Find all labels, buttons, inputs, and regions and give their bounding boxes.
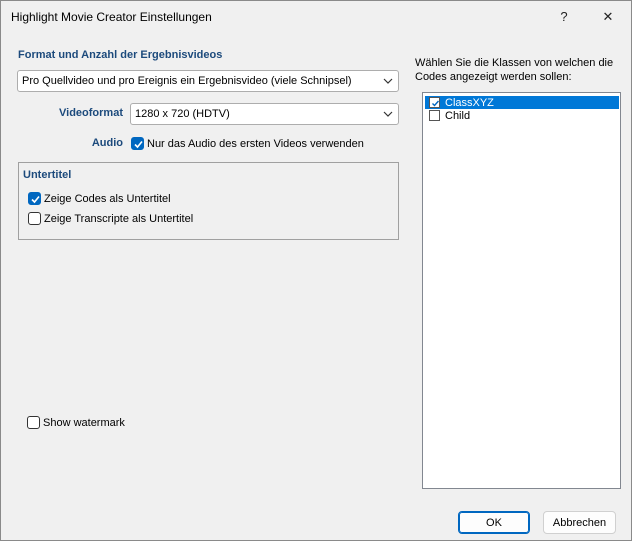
- list-item-label: Child: [445, 109, 471, 122]
- checkbox-unchecked-icon: [27, 416, 40, 429]
- audio-label: Audio: [91, 137, 123, 149]
- watermark-checkbox[interactable]: Show watermark: [27, 416, 125, 429]
- checkbox-unchecked-icon: [28, 212, 41, 225]
- subtitles-heading: Untertitel: [23, 169, 72, 181]
- watermark-label: Show watermark: [43, 416, 125, 429]
- list-item[interactable]: ClassXYZ: [425, 96, 619, 109]
- subtitle-transcripts-label: Zeige Transcripte als Untertitel: [44, 212, 194, 225]
- close-icon: ✕: [602, 8, 614, 24]
- audio-checkbox-label: Nur das Audio des ersten Videos verwende…: [147, 137, 364, 150]
- subtitles-group: Untertitel Zeige Codes als Untertitel Ze…: [18, 162, 399, 240]
- chevron-down-icon: [383, 111, 393, 117]
- subtitle-codes-checkbox[interactable]: Zeige Codes als Untertitel: [28, 192, 171, 205]
- checkbox-checked-icon: [131, 137, 144, 150]
- videoformat-label: Videoformat: [59, 107, 123, 119]
- format-select[interactable]: Pro Quellvideo und pro Ereignis ein Erge…: [17, 70, 399, 92]
- list-item[interactable]: Child: [425, 109, 619, 122]
- help-icon: ?: [560, 9, 568, 24]
- cancel-button[interactable]: Abbrechen: [543, 511, 616, 534]
- format-heading: Format und Anzahl der Ergebnisvideos: [18, 49, 223, 61]
- settings-dialog: Highlight Movie Creator Einstellungen ? …: [0, 0, 632, 541]
- subtitle-codes-label: Zeige Codes als Untertitel: [44, 192, 171, 205]
- ok-button[interactable]: OK: [458, 511, 530, 534]
- chevron-down-icon: [383, 78, 393, 84]
- format-select-value: Pro Quellvideo und pro Ereignis ein Erge…: [22, 75, 352, 87]
- audio-checkbox[interactable]: Nur das Audio des ersten Videos verwende…: [131, 137, 364, 150]
- help-button[interactable]: ?: [542, 1, 586, 32]
- subtitle-transcripts-checkbox[interactable]: Zeige Transcripte als Untertitel: [28, 212, 193, 225]
- list-item-label: ClassXYZ: [445, 96, 494, 109]
- window-title: Highlight Movie Creator Einstellungen: [11, 10, 212, 24]
- close-button[interactable]: ✕: [586, 1, 630, 32]
- checkbox-checked-icon: [28, 192, 41, 205]
- videoformat-select[interactable]: 1280 x 720 (HDTV): [130, 103, 399, 125]
- title-bar: Highlight Movie Creator Einstellungen ? …: [1, 1, 631, 32]
- videoformat-select-value: 1280 x 720 (HDTV): [135, 108, 230, 120]
- classes-list[interactable]: ClassXYZ Child: [422, 92, 621, 489]
- checkbox-checked-icon[interactable]: [429, 97, 440, 108]
- checkbox-unchecked-icon[interactable]: [429, 110, 440, 121]
- classes-prompt: Wählen Sie die Klassen von welchen die C…: [415, 57, 614, 83]
